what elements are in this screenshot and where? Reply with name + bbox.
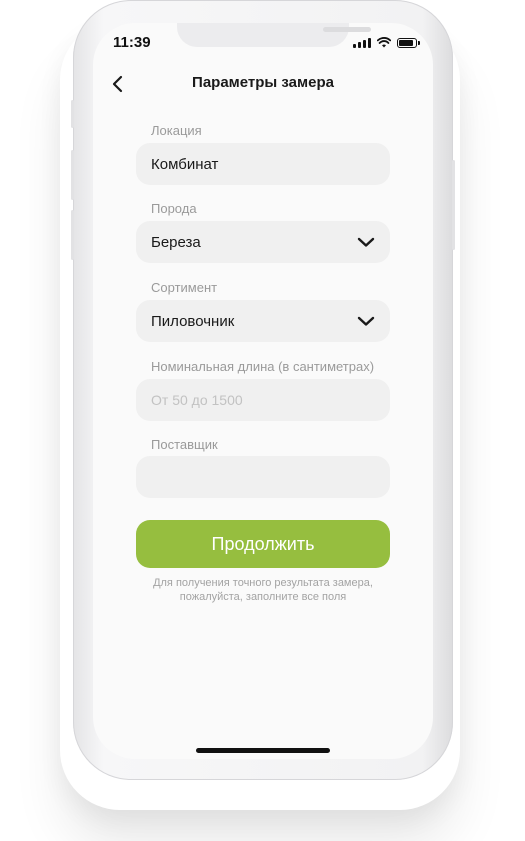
location-value: Комбинат	[151, 155, 219, 173]
supplier-label: Поставщик	[151, 437, 218, 452]
supplier-input[interactable]	[136, 456, 390, 498]
hint-line-2: пожалуйста, заполните все поля	[179, 591, 347, 603]
page-title: Параметры замера	[192, 74, 334, 91]
hint-text: Для получения точного результата замера,…	[133, 576, 393, 604]
battery-level	[399, 39, 413, 46]
phone-power-button	[452, 160, 455, 250]
assortment-label: Сортимент	[151, 280, 218, 295]
species-select[interactable]: Береза	[136, 221, 390, 263]
chevron-down-icon	[357, 316, 375, 326]
page: 11:39 Параметры замера Локация Комбинат	[0, 0, 525, 841]
species-label: Порода	[151, 201, 197, 216]
assortment-value: Пиловочник	[151, 312, 235, 330]
chevron-down-icon	[357, 237, 375, 247]
signal-icon	[353, 37, 371, 48]
length-input[interactable]: От 50 до 1500	[136, 379, 390, 421]
notch	[177, 23, 371, 47]
battery-icon	[397, 37, 420, 48]
location-field[interactable]: Комбинат	[136, 143, 390, 185]
assortment-select[interactable]: Пиловочник	[136, 300, 390, 342]
species-value: Береза	[151, 233, 201, 251]
length-placeholder: От 50 до 1500	[151, 392, 243, 408]
wifi-icon	[377, 37, 391, 48]
status-time: 11:39	[113, 34, 151, 51]
phone-volume-down-button	[71, 210, 74, 260]
hint-line-1: Для получения точного результата замера,	[153, 577, 373, 589]
speaker	[323, 27, 371, 32]
location-label: Локация	[151, 123, 202, 138]
phone-side-button	[71, 100, 74, 128]
length-label: Номинальная длина (в сантиметрах)	[151, 359, 375, 374]
status-icons	[353, 37, 420, 48]
phone-screen: 11:39 Параметры замера Локация Комбинат	[93, 23, 433, 759]
continue-button[interactable]: Продолжить	[136, 520, 390, 568]
home-indicator[interactable]	[196, 748, 330, 753]
phone-volume-up-button	[71, 150, 74, 200]
